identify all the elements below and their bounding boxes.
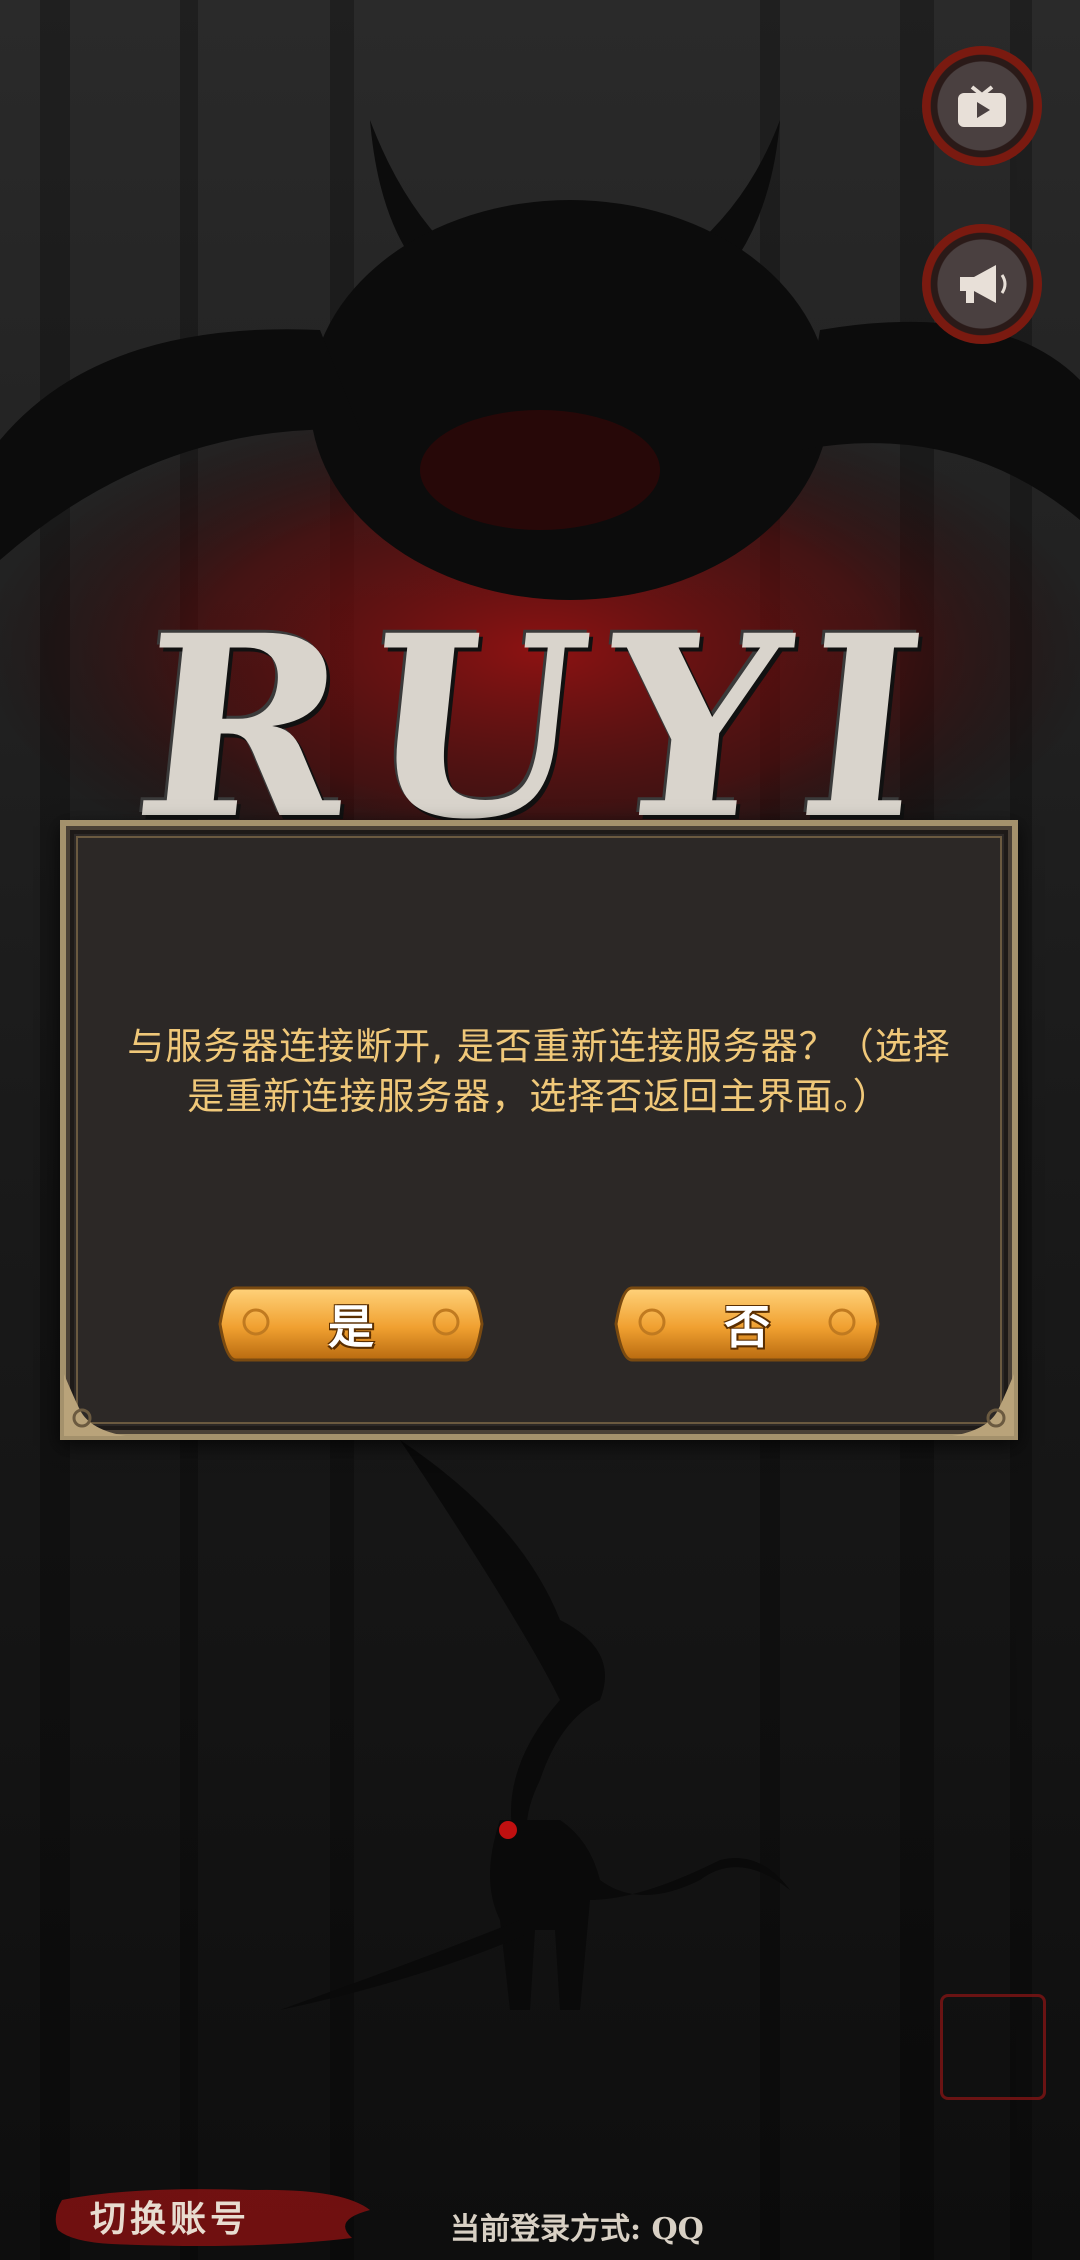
dialog-message: 与服务器连接断开, 是否重新连接服务器？（选择是重新连接服务器，选择否返回主界面… — [127, 1025, 951, 1118]
video-button[interactable] — [922, 46, 1042, 166]
no-button[interactable]: 否 — [612, 1282, 882, 1366]
announcement-button[interactable] — [922, 224, 1042, 344]
dialog-corner-ornament — [64, 1374, 126, 1436]
login-method-text: 当前登录方式: QQ — [450, 2212, 704, 2247]
video-icon — [958, 85, 1006, 127]
yes-button-label: 是 — [328, 1300, 374, 1354]
switch-account-button[interactable]: 切换账号 — [52, 2180, 372, 2252]
no-button-label: 否 — [724, 1300, 770, 1354]
seal-stamp — [940, 1994, 1046, 2100]
reconnect-dialog: 与服务器连接断开, 是否重新连接服务器？（选择是重新连接服务器，选择否返回主界面… — [60, 820, 1018, 1440]
dialog-corner-ornament — [952, 1374, 1014, 1436]
yes-button[interactable]: 是 — [216, 1282, 486, 1366]
megaphone-icon — [960, 265, 1007, 303]
switch-account-label: 切换账号 — [90, 2198, 251, 2240]
